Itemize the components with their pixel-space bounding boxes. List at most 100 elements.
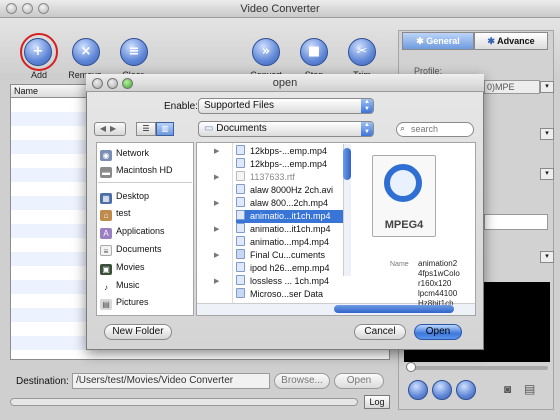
sidebar-item-pictures[interactable]: ▤ Pictures: [100, 294, 149, 310]
sidebar-item-documents[interactable]: ≡ Documents: [100, 241, 162, 257]
window-title: Video Converter: [240, 3, 320, 15]
new-folder-button[interactable]: New Folder: [104, 324, 172, 340]
dialog-zoom-button[interactable]: [122, 78, 133, 89]
preview-name-line: lpcm44100: [418, 289, 458, 298]
stop-button[interactable]: ■: [300, 38, 328, 66]
horizontal-scroll-thumb[interactable]: [334, 305, 454, 313]
desktop-icon: ▦: [100, 193, 112, 204]
file-row[interactable]: alaw 8000Hz 2ch.avi: [236, 184, 346, 197]
vertical-scroll-thumb[interactable]: [343, 148, 351, 180]
minimize-window-button[interactable]: [22, 3, 33, 14]
sidebar-item-movies[interactable]: ▣ Movies: [100, 259, 145, 275]
enable-label: Enable:: [164, 101, 198, 112]
quicktime-file-icon: [236, 145, 245, 155]
sidebar-divider: [98, 182, 192, 183]
settings-text-field[interactable]: [484, 214, 548, 230]
folder-icon[interactable]: ▤: [524, 382, 535, 396]
file-row[interactable]: Final Cu...cuments: [236, 249, 346, 262]
settings-dropdown-arrow[interactable]: ▾: [540, 128, 554, 140]
tab-general[interactable]: ✱ General: [402, 32, 474, 50]
stop-preview-button[interactable]: [456, 380, 476, 400]
quicktime-file-icon: [236, 210, 245, 220]
preview-name-line: 4fps1wColo: [418, 269, 460, 278]
updown-arrows-icon: ▲ ▼: [361, 122, 373, 136]
sidebar-item-test[interactable]: ⌂ test: [100, 205, 131, 221]
convert-button[interactable]: »: [252, 38, 280, 66]
file-row[interactable]: Microso...ser Data: [236, 288, 346, 301]
gear-icon: ✱: [416, 36, 424, 46]
browse-button[interactable]: Browse...: [274, 373, 330, 389]
open-destination-button[interactable]: Open: [334, 373, 384, 389]
file-row[interactable]: 1137633.rtf: [236, 171, 346, 184]
x-icon: ×: [80, 44, 92, 59]
clear-icon: ≡: [128, 44, 140, 59]
disclosure-arrow-icon: ▶: [214, 148, 220, 155]
cancel-button[interactable]: Cancel: [354, 324, 406, 340]
convert-icon: »: [261, 44, 271, 59]
plus-icon: +: [32, 44, 44, 59]
sidebar-item-network[interactable]: ◉ Network: [100, 145, 149, 161]
file-row[interactable]: 12kbps-...emp.mp4: [236, 145, 346, 158]
folder-icon: [236, 249, 245, 259]
seek-slider[interactable]: [406, 366, 548, 370]
list-view-button[interactable]: ☰: [136, 122, 156, 136]
file-row[interactable]: alaw 800...2ch.mp4: [236, 197, 346, 210]
clear-button[interactable]: ≡: [120, 38, 148, 66]
preview-format-label: MPEG4: [384, 219, 424, 231]
log-button[interactable]: Log: [364, 395, 390, 409]
file-row-selected[interactable]: animatio...it1ch.mp4: [236, 210, 346, 223]
harddisk-icon: ▬: [100, 167, 112, 178]
file-row[interactable]: lossless ... 1ch.mp4: [236, 275, 346, 288]
file-row[interactable]: animatio...mp4.mp4: [236, 236, 346, 249]
snapshot-icon[interactable]: ◙: [504, 382, 511, 396]
movies-icon: ▣: [100, 264, 112, 275]
remove-button[interactable]: ×: [72, 38, 100, 66]
pause-button[interactable]: [432, 380, 452, 400]
settings-dropdown-arrow[interactable]: ▾: [540, 251, 554, 263]
profile-dropdown-arrow[interactable]: ▾: [540, 81, 554, 93]
file-row[interactable]: 12kbps-...emp.mp4: [236, 158, 346, 171]
destination-path-field[interactable]: /Users/test/Movies/Video Converter: [72, 373, 270, 389]
play-button[interactable]: [408, 380, 428, 400]
disclosure-arrow-icon: ▶: [214, 174, 220, 181]
quicktime-file-icon: [236, 197, 245, 207]
add-button[interactable]: +: [24, 38, 52, 66]
search-input[interactable]: search: [396, 122, 474, 137]
folder-icon: ▭: [204, 123, 214, 134]
destination-label: Destination:: [16, 376, 69, 387]
zoom-window-button[interactable]: [38, 3, 49, 14]
seek-knob[interactable]: [406, 362, 416, 372]
enable-filter-popup[interactable]: Supported Files ▲ ▼: [198, 98, 374, 114]
file-row[interactable]: animatio...it1ch.mp4: [236, 223, 346, 236]
home-icon: ⌂: [100, 210, 112, 221]
tab-advance[interactable]: ✱ Advance: [474, 32, 548, 50]
disclosure-arrow-icon: ▶: [214, 200, 220, 207]
file-row[interactable]: ipod h26...emp.mp4: [236, 262, 346, 275]
close-window-button[interactable]: [6, 3, 17, 14]
disclosure-arrow-icon: ▶: [214, 252, 220, 259]
dialog-minimize-button[interactable]: [107, 78, 118, 89]
text-file-icon: [236, 171, 245, 181]
location-popup[interactable]: ▭ Documents ▲ ▼: [198, 121, 374, 137]
open-button[interactable]: Open: [414, 324, 462, 340]
sidebar-item-applications[interactable]: A Applications: [100, 223, 165, 239]
quicktime-file-icon: [236, 236, 245, 246]
conversion-progress-bar: [10, 398, 358, 406]
preview-name-line: r160x120: [418, 279, 452, 288]
dialog-close-button[interactable]: [92, 78, 103, 89]
network-icon: ◉: [100, 150, 112, 161]
window-titlebar: Video Converter: [0, 0, 560, 18]
settings-dropdown-arrow[interactable]: ▾: [540, 168, 554, 180]
applications-icon: A: [100, 228, 112, 239]
trim-button[interactable]: ✂: [348, 38, 376, 66]
sidebar-item-macintosh-hd[interactable]: ▬ Macintosh HD: [100, 162, 173, 178]
back-forward-buttons[interactable]: ◀▶: [94, 122, 126, 136]
dialog-titlebar: open: [86, 74, 484, 92]
profile-select[interactable]: 0)MPE: [484, 80, 540, 94]
documents-icon: ≡: [100, 245, 112, 256]
music-icon: ♪: [100, 282, 112, 293]
column-view-button[interactable]: ▥: [156, 122, 174, 136]
sidebar-item-desktop[interactable]: ▦ Desktop: [100, 188, 149, 204]
sidebar-item-music[interactable]: ♪ Music: [100, 277, 140, 293]
preview-name-key: Name: [390, 261, 409, 268]
